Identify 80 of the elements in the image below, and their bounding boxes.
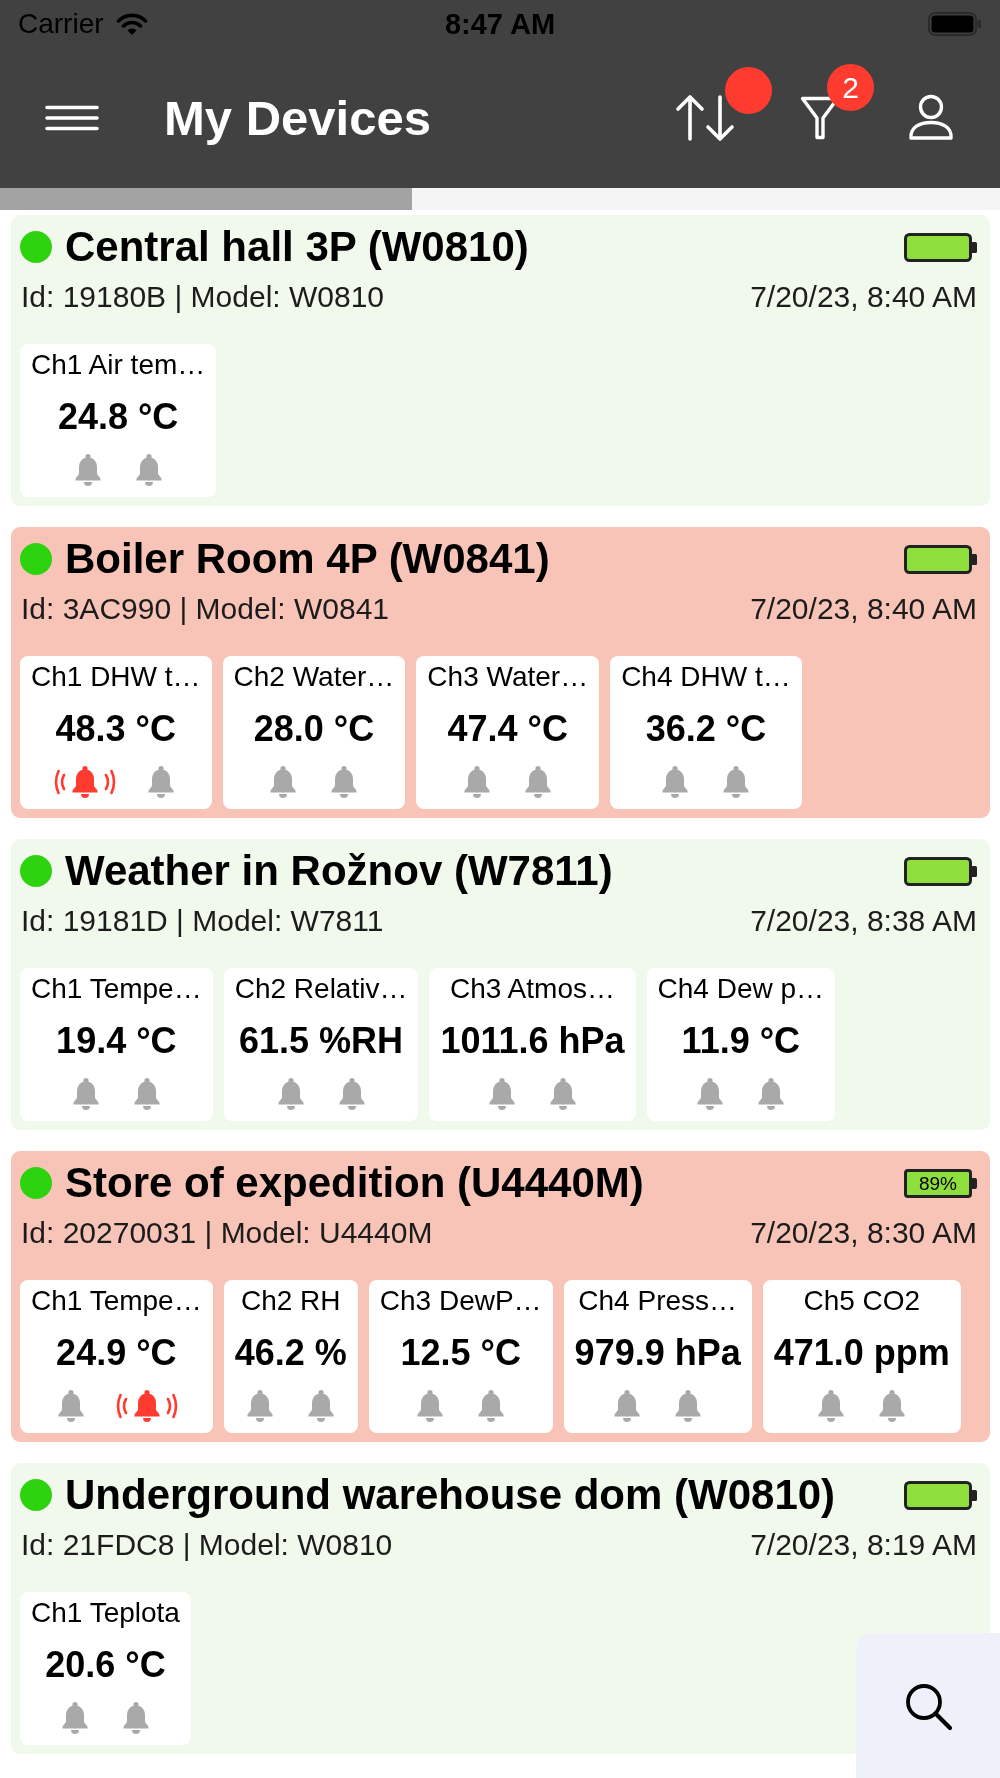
channel-value: 979.9 hPa — [574, 1332, 741, 1374]
device-info: Id: 20270031 | Model: U4440M — [21, 1215, 433, 1251]
search-button[interactable] — [856, 1633, 1000, 1778]
update-time: 7/20/23, 8:38 AM — [750, 903, 977, 939]
channel-tile[interactable]: Ch4 DHW t… 36.2 °C — [610, 656, 802, 809]
person-icon — [906, 94, 956, 142]
channel-value: 24.8 °C — [57, 396, 179, 438]
battery-indicator: 89% — [904, 1168, 977, 1198]
channel-label: Ch3 Atmos… — [450, 972, 615, 1006]
channel-tile[interactable]: Ch2 Water… 28.0 °C — [222, 656, 406, 809]
channel-tile[interactable]: Ch1 Tempe… 24.9 °C — [20, 1280, 213, 1433]
menu-icon — [45, 105, 99, 131]
channel-label: Ch1 Tempe… — [31, 972, 202, 1006]
channel-label: Ch3 Water… — [427, 660, 589, 694]
channel-label: Ch1 Teplota — [31, 1596, 180, 1630]
channel-label: Ch1 Air tem… — [31, 348, 206, 382]
device-name: Underground warehouse dom (W0810) — [65, 1472, 836, 1518]
channel-value: 11.9 °C — [681, 1020, 801, 1062]
channel-value: 36.2 °C — [645, 708, 767, 750]
channel-label: Ch2 Water… — [233, 660, 395, 694]
channel-tile[interactable]: Ch1 Teplota 20.6 °C — [20, 1592, 191, 1745]
battery-icon — [904, 1480, 977, 1510]
channel-label: Ch4 DHW t… — [621, 660, 791, 694]
carrier-label: Carrier — [18, 8, 104, 40]
channel-label: Ch4 Press… — [578, 1284, 738, 1318]
channel-label: Ch5 CO2 — [803, 1284, 921, 1318]
sort-button[interactable] — [675, 94, 735, 142]
channel-tile[interactable]: Ch4 Press… 979.9 hPa — [563, 1280, 752, 1433]
channel-tile[interactable]: Ch2 RH 46.2 % — [223, 1280, 358, 1433]
device-name: Store of expedition (U4440M) — [65, 1160, 644, 1206]
channel-label: Ch3 DewP… — [379, 1284, 542, 1318]
update-time: 7/20/23, 8:30 AM — [750, 1215, 977, 1251]
update-time: 7/20/23, 8:40 AM — [750, 591, 977, 627]
channel-value: 48.3 °C — [55, 708, 176, 750]
channel-value: 471.0 ppm — [773, 1332, 950, 1374]
wifi-icon — [115, 12, 148, 36]
device-info: Id: 19181D | Model: W7811 — [21, 903, 384, 939]
channel-value: 46.2 % — [234, 1332, 347, 1374]
channel-value: 61.5 %RH — [239, 1020, 404, 1062]
status-time: 8:47 AM — [444, 8, 556, 40]
device-info: Id: 3AC990 | Model: W0841 — [21, 591, 389, 627]
channel-tile[interactable]: Ch3 Water… 47.4 °C — [416, 656, 600, 809]
channel-tile[interactable]: Ch1 Air tem… 24.8 °C — [20, 344, 217, 497]
channel-label: Ch4 Dew p… — [657, 972, 825, 1006]
battery-icon — [904, 856, 977, 886]
device-info: Id: 19180B | Model: W0810 — [21, 279, 385, 315]
channel-value: 28.0 °C — [253, 708, 375, 750]
page-title: My Devices — [164, 90, 431, 146]
battery-icon — [904, 544, 977, 574]
update-time: 7/20/23, 8:19 AM — [750, 1527, 977, 1563]
channel-tile[interactable]: Ch2 Relativ… 61.5 %RH — [223, 968, 419, 1121]
device-name: Central hall 3P (W0810) — [65, 224, 529, 270]
channel-tile[interactable]: Ch1 DHW t… 48.3 °C — [20, 656, 212, 809]
channel-value: 12.5 °C — [400, 1332, 521, 1374]
update-time: 7/20/23, 8:40 AM — [750, 279, 977, 315]
channel-tile[interactable]: Ch3 Atmos… 1011.6 hPa — [429, 968, 636, 1121]
channel-tile[interactable]: Ch3 DewP… 12.5 °C — [368, 1280, 553, 1433]
channel-label: Ch2 RH — [240, 1284, 341, 1318]
battery-icon — [928, 12, 982, 36]
account-button[interactable] — [906, 94, 956, 142]
ringing-bell-icon[interactable] — [114, 1389, 179, 1423]
channel-tile[interactable]: Ch4 Dew p… 11.9 °C — [646, 968, 836, 1121]
channel-label: Ch1 Tempe… — [31, 1284, 202, 1318]
channel-value: 19.4 °C — [56, 1020, 177, 1062]
device-name: Weather in Rožnov (W7811) — [65, 848, 613, 894]
channel-value: 24.9 °C — [56, 1332, 177, 1374]
device-name: Boiler Room 4P (W0841) — [65, 536, 550, 582]
channel-value: 20.6 °C — [45, 1644, 166, 1686]
sort-icon — [675, 94, 735, 142]
device-info: Id: 21FDC8 | Model: W0810 — [21, 1527, 393, 1563]
menu-button[interactable] — [45, 105, 99, 131]
channel-value: 1011.6 hPa — [440, 1020, 625, 1062]
channel-value: 47.4 °C — [447, 708, 568, 750]
battery-icon — [904, 232, 977, 262]
filter-count-badge: 2 — [827, 64, 874, 111]
channel-label: Ch1 DHW t… — [31, 660, 201, 694]
channel-tile[interactable]: Ch1 Tempe… 19.4 °C — [20, 968, 213, 1121]
channel-label: Ch2 Relativ… — [234, 972, 408, 1006]
channel-tile[interactable]: Ch5 CO2 471.0 ppm — [762, 1280, 961, 1433]
ringing-bell-icon[interactable] — [53, 765, 118, 799]
